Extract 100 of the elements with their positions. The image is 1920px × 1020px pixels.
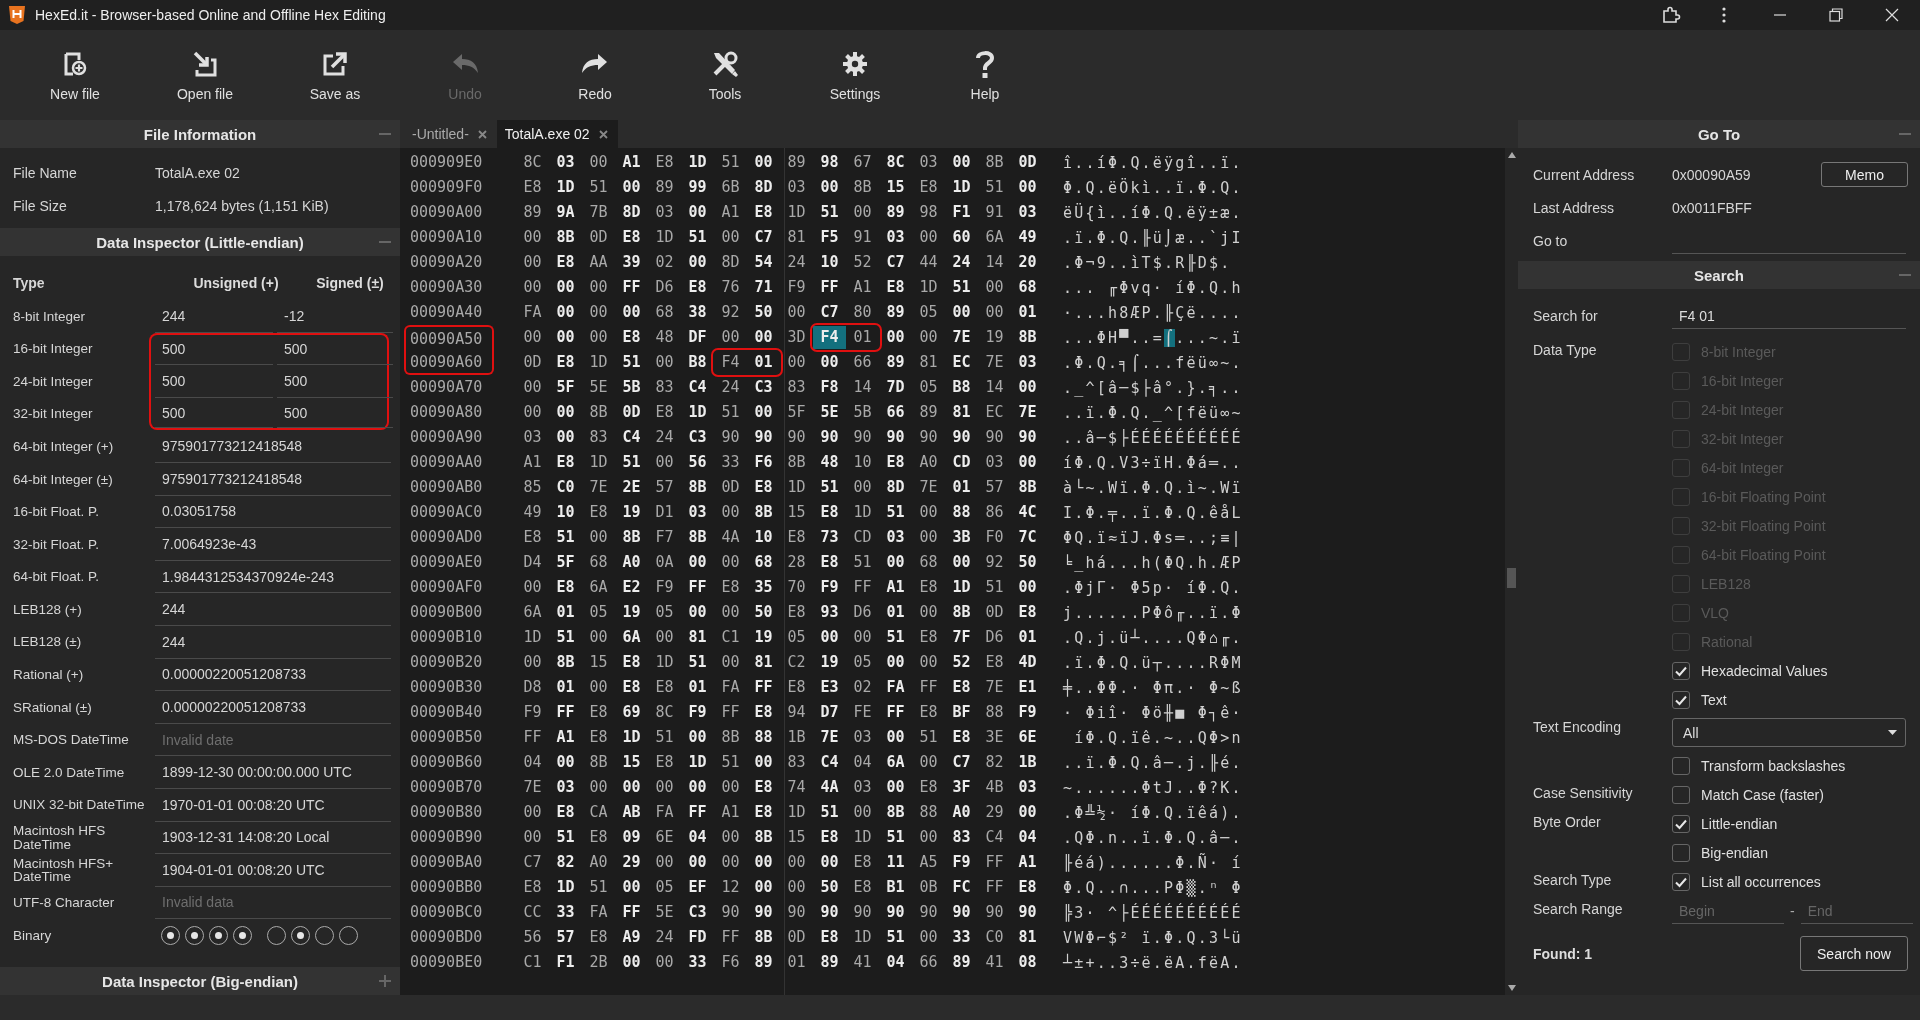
hex-byte[interactable]: 8B <box>780 451 813 474</box>
hex-byte[interactable]: 00 <box>912 501 945 524</box>
hex-byte[interactable]: CC <box>516 901 549 924</box>
hex-byte[interactable]: 66 <box>912 951 945 974</box>
hex-byte[interactable]: 24 <box>714 376 747 399</box>
hex-byte[interactable]: 00 <box>681 601 714 624</box>
hex-byte[interactable]: 51 <box>615 351 648 374</box>
hex-byte[interactable]: 49 <box>1011 226 1044 249</box>
hex-byte[interactable]: 01 <box>549 601 582 624</box>
hex-byte[interactable]: A1 <box>516 451 549 474</box>
hex-byte[interactable]: 51 <box>582 176 615 199</box>
hex-byte[interactable]: E8 <box>945 676 978 699</box>
hex-byte[interactable]: D6 <box>978 626 1011 649</box>
hex-byte[interactable]: 00 <box>714 551 747 574</box>
hex-byte[interactable]: E8 <box>714 576 747 599</box>
hex-byte[interactable]: F9 <box>813 576 846 599</box>
hex-byte[interactable]: 05 <box>912 301 945 324</box>
hex-byte[interactable]: 00 <box>978 276 1011 299</box>
hex-byte[interactable]: E8 <box>516 876 549 899</box>
hex-byte[interactable]: 91 <box>846 226 879 249</box>
hex-byte[interactable]: 92 <box>714 301 747 324</box>
hex-byte[interactable]: C4 <box>681 376 714 399</box>
hex-byte[interactable]: 76 <box>714 276 747 299</box>
hex-byte[interactable]: F9 <box>516 701 549 724</box>
hex-byte[interactable]: 33 <box>549 901 582 924</box>
hex-byte[interactable]: 00 <box>846 476 879 499</box>
hex-byte[interactable]: 68 <box>1011 276 1044 299</box>
hex-byte[interactable]: 48 <box>648 326 681 349</box>
hex-byte[interactable]: 5B <box>846 401 879 424</box>
hex-byte[interactable]: 00 <box>714 326 747 349</box>
hex-byte[interactable]: 1D <box>780 201 813 224</box>
hex-byte[interactable]: C7 <box>945 751 978 774</box>
hex-byte[interactable]: C7 <box>747 226 780 249</box>
hex-byte[interactable]: 8B <box>945 601 978 624</box>
hex-byte[interactable]: 1D <box>846 501 879 524</box>
hex-byte[interactable]: 1B <box>1011 751 1044 774</box>
checkbox[interactable] <box>1672 843 1690 862</box>
hex-byte[interactable]: 01 <box>1011 301 1044 324</box>
hex-byte[interactable]: F5 <box>813 226 846 249</box>
hex-byte[interactable]: 00 <box>846 201 879 224</box>
hex-byte[interactable]: 03 <box>1011 351 1044 374</box>
hex-byte[interactable]: 6E <box>648 826 681 849</box>
hex-byte[interactable]: 7E <box>978 351 1011 374</box>
hex-byte[interactable]: E8 <box>912 576 945 599</box>
hex-byte[interactable]: 83 <box>945 826 978 849</box>
hex-byte[interactable]: 8C <box>879 151 912 174</box>
scroll-down-icon[interactable] <box>1507 985 1516 991</box>
hex-byte[interactable]: 00 <box>582 526 615 549</box>
checkbox[interactable] <box>1672 785 1690 804</box>
hex-byte[interactable]: C0 <box>978 926 1011 949</box>
hex-byte[interactable]: 0A <box>648 551 681 574</box>
hex-byte[interactable]: E8 <box>747 701 780 724</box>
hex-byte[interactable]: 90 <box>912 901 945 924</box>
hex-byte[interactable]: 6A <box>516 601 549 624</box>
hex-byte[interactable]: 52 <box>846 251 879 274</box>
hex-byte[interactable]: FF <box>714 926 747 949</box>
hex-byte[interactable]: 90 <box>780 426 813 449</box>
hex-byte[interactable]: E8 <box>813 551 846 574</box>
hex-byte[interactable]: E8 <box>912 701 945 724</box>
hex-byte[interactable]: 6A <box>879 751 912 774</box>
hex-byte[interactable]: FF <box>978 851 1011 874</box>
hex-byte[interactable]: 5E <box>813 401 846 424</box>
hex-byte[interactable]: FA <box>516 301 549 324</box>
hex-byte[interactable]: A1 <box>1011 851 1044 874</box>
hex-byte[interactable]: 00 <box>813 626 846 649</box>
hex-byte[interactable]: 33 <box>681 951 714 974</box>
hex-byte[interactable]: E8 <box>912 776 945 799</box>
hex-byte[interactable]: 00 <box>945 151 978 174</box>
panel-header[interactable]: Go To <box>1518 120 1920 148</box>
hex-byte[interactable]: A1 <box>549 726 582 749</box>
hex-byte[interactable]: 41 <box>846 951 879 974</box>
hex-byte[interactable]: 00 <box>879 326 912 349</box>
hex-byte[interactable]: 51 <box>879 626 912 649</box>
hex-byte[interactable]: 8D <box>879 476 912 499</box>
hex-byte[interactable]: C4 <box>813 751 846 774</box>
hex-byte[interactable]: 51 <box>681 226 714 249</box>
panel-header[interactable]: File Information <box>0 120 400 148</box>
hex-byte[interactable]: 14 <box>846 376 879 399</box>
hex-byte[interactable]: 88 <box>912 801 945 824</box>
hex-byte[interactable]: 04 <box>846 751 879 774</box>
hex-byte[interactable]: 50 <box>747 301 780 324</box>
hex-byte[interactable]: 5E <box>648 901 681 924</box>
hex-byte[interactable]: 1D <box>582 351 615 374</box>
hex-byte[interactable]: 6B <box>714 176 747 199</box>
hex-byte[interactable]: 89 <box>813 951 846 974</box>
hex-byte[interactable]: 00 <box>582 301 615 324</box>
hex-byte[interactable]: 00 <box>912 601 945 624</box>
hex-byte[interactable]: 03 <box>879 226 912 249</box>
hex-byte[interactable]: 86 <box>978 501 1011 524</box>
toolbar-button[interactable]: Open file <box>140 30 270 120</box>
hex-byte[interactable]: 90 <box>813 901 846 924</box>
hex-byte[interactable]: 1D <box>549 176 582 199</box>
hex-byte[interactable]: 00 <box>549 426 582 449</box>
hex-byte[interactable]: B1 <box>879 876 912 899</box>
hex-byte[interactable]: 00 <box>747 851 780 874</box>
hex-byte[interactable]: 00 <box>912 926 945 949</box>
hex-byte[interactable]: 00 <box>582 151 615 174</box>
hex-byte[interactable]: CA <box>582 801 615 824</box>
hex-byte[interactable]: 03 <box>516 426 549 449</box>
hex-byte[interactable]: C2 <box>780 651 813 674</box>
